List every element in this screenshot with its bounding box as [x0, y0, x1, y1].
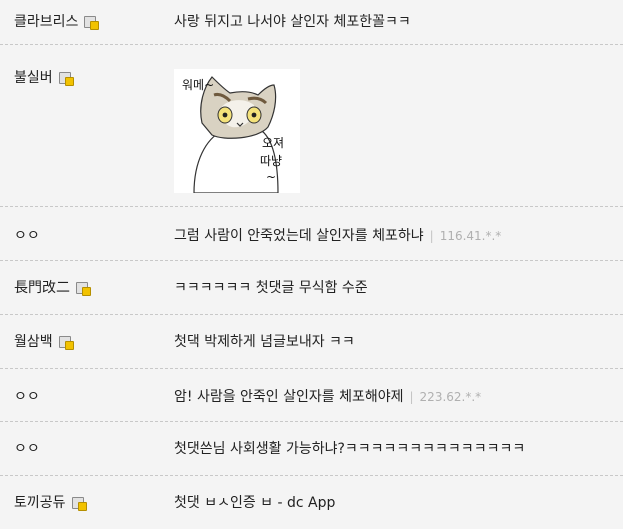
fixed-nick-icon	[71, 496, 87, 511]
comment-row: 토끼공듀 첫댓 ㅂㅅ인증 ㅂ - dc App	[0, 476, 623, 529]
comment-row: 長門改二 ㅋㅋㅋㅋㅋㅋ 첫댓글 무식함 수준	[0, 261, 623, 315]
comment-body: 첫댓 ㅂㅅ인증 ㅂ - dc App	[174, 495, 336, 511]
comment-author[interactable]: ㅇㅇ	[14, 439, 174, 459]
comment-row: ㅇㅇ 그럼 사람이 안죽었는데 살인자를 체포하냐 | 116.41.*.*	[0, 207, 623, 261]
ip-address: | 116.41.*.*	[429, 229, 502, 243]
comment-author[interactable]: 長門改二	[14, 278, 174, 298]
cat-sticker-image[interactable]: 워메~ 오져 따냥 ~	[174, 69, 300, 193]
sticker-text: 오져	[262, 136, 284, 150]
ip-address: | 223.62.*.*	[409, 390, 482, 404]
comment-author[interactable]: 월삼백	[14, 332, 174, 352]
comment-author[interactable]: 토끼공듀	[14, 493, 174, 513]
comment-text: 사랑 뒤지고 나서야 살인자 체포한꼴ㅋㅋ	[174, 12, 623, 32]
comment-row: 불실버 워메~ 오져 따냥 ~	[0, 45, 623, 207]
comment-text: 첫댁 박제하게 념글보내자 ㅋㅋ	[174, 332, 623, 352]
fixed-nick-icon	[76, 281, 91, 296]
comment-row: 월삼백 첫댁 박제하게 념글보내자 ㅋㅋ	[0, 315, 623, 369]
comment-text: 첫댓 ㅂㅅ인증 ㅂ - dc App	[174, 493, 623, 513]
comment-text: 그럼 사람이 안죽었는데 살인자를 체포하냐 | 116.41.*.*	[174, 226, 623, 246]
author-nickname[interactable]: 불실버	[14, 68, 53, 88]
fixed-nick-icon	[58, 71, 74, 86]
comment-body: ㅋㅋㅋㅋㅋㅋ 첫댓글 무식함 수준	[174, 280, 368, 296]
comment-body: 그럼 사람이 안죽었는데 살인자를 체포하냐	[174, 228, 424, 244]
comment-body: 첫댓쓴님 사회생활 가능하냐?ㅋㅋㅋㅋㅋㅋㅋㅋㅋㅋㅋㅋㅋㅋ	[174, 441, 526, 457]
author-nickname[interactable]: ㅇㅇ	[14, 226, 40, 246]
comment-text: 암! 사람을 안죽인 살인자를 체포해야제 | 223.62.*.*	[174, 387, 623, 407]
comment-author[interactable]: 클라브리스	[14, 12, 174, 32]
comment-sticker-container: 워메~ 오져 따냥 ~	[174, 65, 623, 193]
comment-text: 첫댓쓴님 사회생활 가능하냐?ㅋㅋㅋㅋㅋㅋㅋㅋㅋㅋㅋㅋㅋㅋ	[174, 439, 623, 459]
comment-author[interactable]: 불실버	[14, 65, 174, 88]
sticker-text: 워메~	[182, 78, 214, 92]
comment-body: 암! 사람을 안죽인 살인자를 체포해야제	[174, 389, 404, 405]
comment-list: 클라브리스 사랑 뒤지고 나서야 살인자 체포한꼴ㅋㅋ 불실버 워메~ 오져 따…	[0, 0, 623, 529]
author-nickname[interactable]: 월삼백	[14, 332, 53, 352]
author-nickname[interactable]: 클라브리스	[14, 12, 78, 32]
author-nickname[interactable]: ㅇㅇ	[14, 387, 40, 407]
author-nickname[interactable]: ㅇㅇ	[14, 439, 40, 459]
comment-author[interactable]: ㅇㅇ	[14, 387, 174, 407]
comment-author[interactable]: ㅇㅇ	[14, 226, 174, 246]
comment-body: 사랑 뒤지고 나서야 살인자 체포한꼴ㅋㅋ	[174, 14, 411, 30]
comment-row: ㅇㅇ 첫댓쓴님 사회생활 가능하냐?ㅋㅋㅋㅋㅋㅋㅋㅋㅋㅋㅋㅋㅋㅋ	[0, 422, 623, 476]
fixed-nick-icon	[84, 15, 100, 30]
author-nickname[interactable]: 長門改二	[14, 278, 70, 298]
author-nickname[interactable]: 토끼공듀	[14, 493, 66, 513]
comment-row: ㅇㅇ 암! 사람을 안죽인 살인자를 체포해야제 | 223.62.*.*	[0, 369, 623, 422]
fixed-nick-icon	[58, 335, 74, 350]
sticker-text: ~	[266, 170, 276, 184]
comment-text: ㅋㅋㅋㅋㅋㅋ 첫댓글 무식함 수준	[174, 278, 623, 298]
sticker-text: 따냥	[260, 154, 282, 168]
comment-body: 첫댁 박제하게 념글보내자 ㅋㅋ	[174, 334, 355, 350]
comment-row: 클라브리스 사랑 뒤지고 나서야 살인자 체포한꼴ㅋㅋ	[0, 0, 623, 45]
